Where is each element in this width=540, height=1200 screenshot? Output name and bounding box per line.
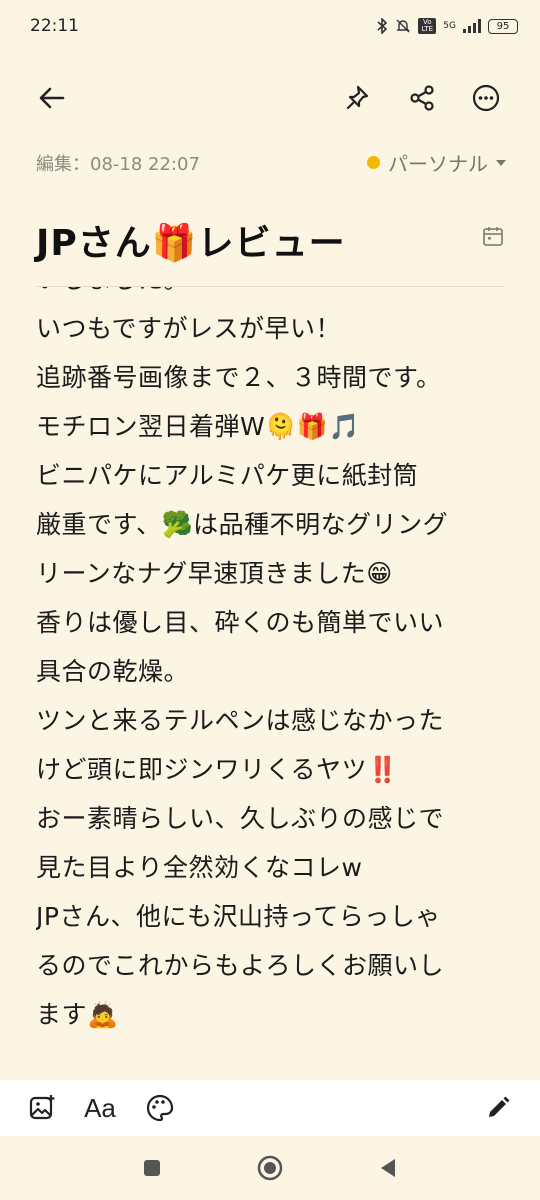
note-title[interactable]: JPさん🎁レビュー [36,214,346,266]
note-body-text[interactable]: いしました。いつもですがレスが早い！追跡番号画像まで２、３時間です。モチロン翌日… [36,287,506,1032]
edit-button[interactable] [478,1088,518,1128]
note-line[interactable]: 具合の乾燥。 [36,647,506,696]
share-icon [410,85,434,111]
triangle-back-icon [381,1159,395,1177]
square-icon [144,1160,160,1176]
battery-level: 95 [496,20,510,32]
note-line[interactable]: ます🙇 [36,990,506,1032]
more-options-button[interactable] [464,76,508,120]
status-time: 22:11 [30,16,79,36]
editor-bottom-toolbar: Aa [0,1080,540,1136]
text-format-button[interactable]: Aa [80,1088,120,1128]
edited-timestamp: 編集：08-18 22:07 [36,154,200,175]
more-icon [472,84,500,112]
mute-bell-icon [396,19,410,33]
theme-button[interactable] [140,1088,180,1128]
note-toolbar [0,70,540,126]
bluetooth-icon [377,18,388,34]
home-button[interactable] [254,1152,286,1184]
image-add-icon [29,1095,55,1120]
folder-selector[interactable]: パーソナル [367,148,506,177]
circle-home-icon [257,1155,283,1181]
insert-image-button[interactable] [22,1088,62,1128]
signal-icon [463,19,481,33]
note-meta: 編集：08-18 22:07 パーソナル [36,148,506,176]
battery-icon: 95 [488,18,518,34]
note-body[interactable]: いしました。いつもですがレスが早い！追跡番号画像まで２、３時間です。モチロン翌日… [36,287,506,1032]
folder-color-dot [367,156,380,169]
pencil-icon [489,1096,510,1117]
note-line[interactable]: 厳重です、🥦は品種不明なグリング [36,500,506,549]
note-line[interactable]: いしました。 [36,287,506,304]
status-icons: Vo LTE 5G 95 [376,18,518,34]
back-arrow-icon [39,87,65,109]
pin-icon [346,85,369,110]
share-button[interactable] [400,76,444,120]
note-line[interactable]: JPさん、他にも沢山持ってらっしゃ [36,892,506,941]
palette-icon [146,1094,174,1122]
note-line[interactable]: いつもですがレスが早い！ [36,304,506,353]
calendar-icon[interactable] [480,224,506,250]
recents-button[interactable] [136,1152,168,1184]
note-line[interactable]: 香りは優し目、砕くのも簡単でいい [36,598,506,647]
folder-label: パーソナル [388,152,488,176]
pin-button[interactable] [336,76,380,120]
note-line[interactable]: おー素晴らしい、久しぶりの感じで [36,794,506,843]
back-button[interactable] [30,76,74,120]
volte-badge: Vo LTE [418,18,437,34]
note-line[interactable]: 見た目より全然効くなコレw [36,843,506,892]
status-bar: 22:11 Vo LTE 5G 95 [0,0,540,52]
note-line[interactable]: リーンなナグ早速頂きました😁 [36,549,506,598]
network-type: 5G [443,21,456,31]
system-nav-bar [0,1136,540,1200]
note-line[interactable]: けど頭に即ジンワリくるヤツ‼️ [36,745,506,794]
note-line[interactable]: モチロン翌日着弾W🫠🎁🎵 [36,402,506,451]
note-line[interactable]: ツンと来るテルペンは感じなかった [36,696,506,745]
chevron-down-icon [496,159,506,166]
note-line[interactable]: るのでこれからもよろしくお願いし [36,941,506,990]
note-line[interactable]: 追跡番号画像まで２、３時間です。 [36,353,506,402]
back-nav-button[interactable] [372,1152,404,1184]
note-line[interactable]: ビニパケにアルミパケ更に紙封筒 [36,451,506,500]
